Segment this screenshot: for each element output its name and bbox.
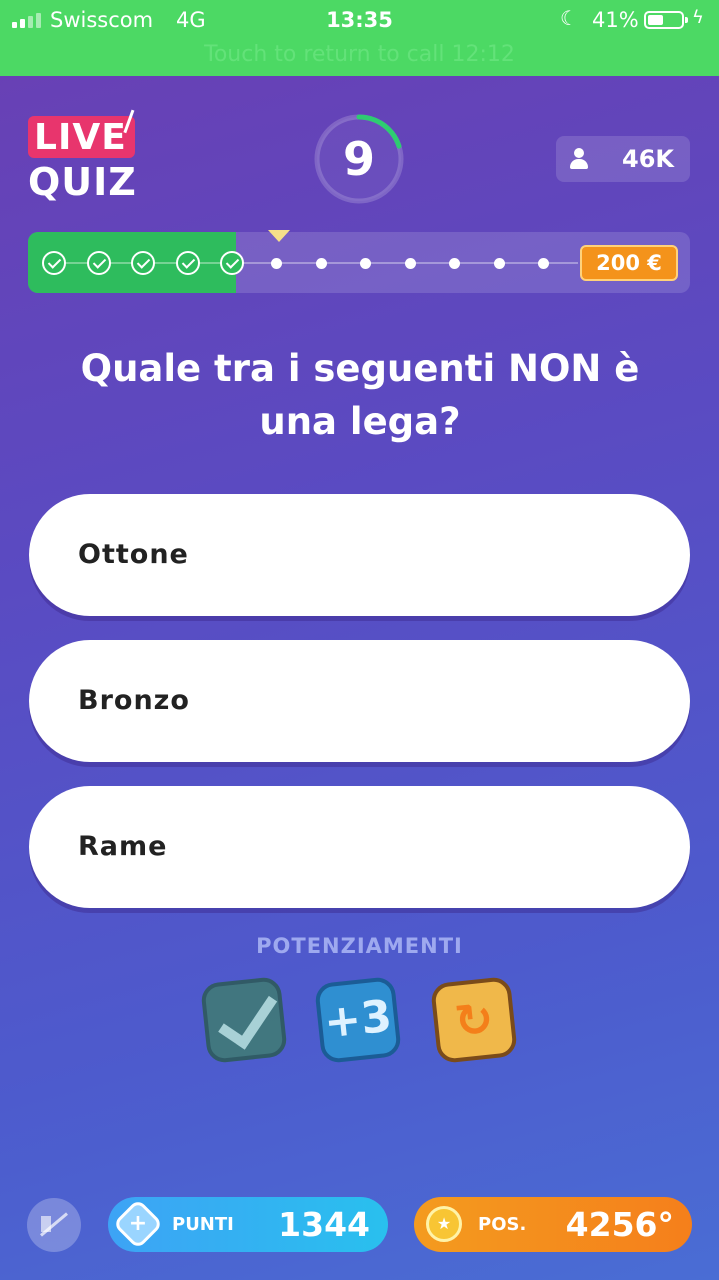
live-quiz-logo: LIVE QUIZ — [28, 102, 137, 204]
answer-option-2[interactable]: Bronzo — [29, 640, 690, 762]
answer-label: Bronzo — [78, 685, 190, 716]
progress-step-pending — [538, 258, 549, 269]
correct-answer-booster-icon[interactable] — [200, 976, 288, 1064]
logo-live: LIVE — [28, 102, 135, 158]
points-label: PUNTI — [172, 1214, 234, 1235]
timer-seconds: 9 — [342, 132, 375, 186]
progress-step-done-icon — [220, 251, 244, 275]
progress-step-done-icon — [42, 251, 66, 275]
boosters-title: POTENZIAMENTI — [256, 934, 463, 958]
do-not-disturb-icon: ☾ — [560, 6, 578, 30]
progress-step-pending — [493, 258, 505, 269]
answer-label: Ottone — [78, 539, 189, 570]
plus-three-booster-icon[interactable]: +3 — [314, 976, 402, 1064]
return-to-call-banner[interactable]: Touch to return to call 12:12 — [0, 42, 719, 67]
battery-icon — [644, 11, 688, 29]
countdown-timer: 9 — [313, 113, 405, 205]
answer-option-3[interactable]: Rame — [29, 786, 690, 908]
progress-step-done-icon — [175, 251, 200, 275]
position-label: POS. — [478, 1214, 527, 1235]
progress-step-pending — [360, 258, 371, 269]
person-icon — [570, 148, 588, 170]
position-value: 4256° — [565, 1205, 674, 1244]
answer-option-1[interactable]: Ottone — [29, 494, 690, 616]
position-badge: POS. 4256° — [414, 1197, 692, 1252]
viewer-count-badge: 46K — [556, 136, 690, 182]
progress-step-pending — [404, 258, 416, 269]
points-badge: PUNTI 1344 — [108, 1197, 388, 1252]
current-question-pointer — [268, 230, 290, 242]
question-text: Quale tra i seguenti NON è una lega? — [80, 347, 640, 443]
answer-label: Rame — [78, 831, 168, 862]
mute-sound-icon[interactable] — [27, 1198, 81, 1252]
charging-icon: ϟ — [692, 7, 704, 28]
status-bar: Swisscom 4G 13:35 ☾ 41% ϟ Touch to retur… — [0, 0, 719, 76]
viewer-count: 46K — [622, 145, 674, 173]
plus-gem-icon — [112, 1198, 164, 1250]
points-value: 1344 — [278, 1205, 370, 1244]
logo-quiz: QUIZ — [28, 160, 137, 204]
question-progress: 200 € — [28, 230, 690, 293]
progress-step-pending — [315, 258, 327, 269]
battery-percent: 41% — [592, 8, 639, 32]
progress-step-done-icon — [131, 251, 155, 275]
progress-step-done-icon — [86, 251, 111, 275]
progress-step-pending — [271, 258, 282, 269]
swap-question-booster-icon[interactable]: ↻ — [430, 976, 518, 1064]
medal-icon — [426, 1206, 462, 1242]
progress-step-pending — [449, 258, 460, 269]
prize-badge: 200 € — [580, 245, 678, 281]
